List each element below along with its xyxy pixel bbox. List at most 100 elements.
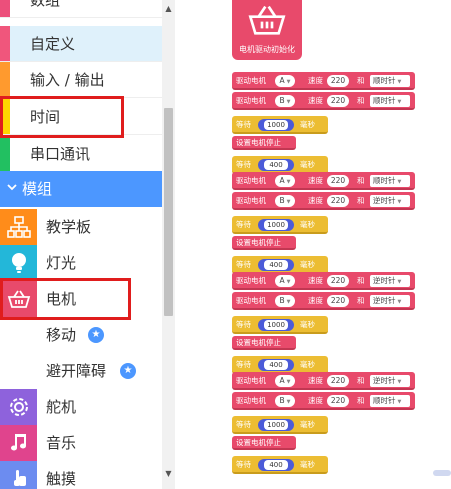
module-avoid-obstacles[interactable]: 避开障碍 ★: [0, 353, 162, 389]
block-text-ms: 毫秒: [300, 160, 315, 169]
direction-dropdown[interactable]: 顺时针 ▼: [370, 395, 410, 407]
module-label: 避开障碍: [46, 362, 107, 380]
wait-value[interactable]: 400: [264, 460, 288, 470]
direction-dropdown[interactable]: 顺时针 ▼: [370, 75, 410, 87]
scroll-down-arrow-icon[interactable]: ▼: [162, 467, 175, 481]
block-text-ms: 毫秒: [300, 460, 315, 469]
stop-motor-block[interactable]: 设置电机停止: [232, 436, 296, 450]
drive-motor-block[interactable]: 驱动电机 A ▼ 速度 220 和顺时针 ▼: [232, 72, 415, 90]
direction-dropdown[interactable]: 逆时针 ▼: [370, 195, 410, 207]
block-text-drive-motor: 驱动电机: [236, 196, 266, 205]
wait-block[interactable]: 等待 1000 毫秒: [232, 416, 328, 434]
category-serial[interactable]: 串口通讯: [0, 136, 162, 172]
caret-down-icon: ▼: [397, 379, 402, 385]
module-motor[interactable]: 电机: [0, 281, 162, 317]
wait-value-input[interactable]: 400: [258, 359, 294, 371]
scroll-up-arrow-icon[interactable]: ▲: [162, 2, 175, 16]
direction-dropdown[interactable]: 顺时针 ▼: [370, 95, 410, 107]
module-label: 触摸: [46, 470, 77, 488]
direction-dropdown[interactable]: 逆时针 ▼: [370, 295, 410, 307]
speed-value-input[interactable]: 220: [327, 175, 349, 187]
direction-dropdown[interactable]: 顺时针 ▼: [370, 175, 410, 187]
block-text-ms: 毫秒: [300, 260, 315, 269]
module-move[interactable]: 移动 ★: [0, 317, 162, 353]
drive-motor-block[interactable]: 驱动电机 A ▼ 速度 220 和逆时针 ▼: [232, 372, 415, 390]
category-array[interactable]: 数组: [0, 0, 162, 18]
wait-block[interactable]: 等待 1000 毫秒: [232, 116, 328, 134]
wait-value-input[interactable]: 1000: [258, 419, 294, 431]
speed-value-input[interactable]: 220: [327, 95, 349, 107]
wait-value[interactable]: 1000: [264, 420, 288, 430]
sidebar-scrollbar[interactable]: ▲ ▼: [162, 0, 175, 489]
category-input-output[interactable]: 输入 / 输出: [0, 62, 162, 98]
wait-block[interactable]: 等待 1000 毫秒: [232, 316, 328, 334]
block-text-speed: 速度: [308, 96, 323, 105]
wait-value-input[interactable]: 400: [258, 159, 294, 171]
wait-value[interactable]: 400: [264, 260, 288, 270]
category-label: 输入 / 输出: [30, 71, 105, 89]
basket-icon: [0, 281, 37, 317]
block-text-stop-motor: 设置电机停止: [236, 138, 281, 147]
wait-value-input[interactable]: 1000: [258, 219, 294, 231]
wait-value[interactable]: 1000: [264, 320, 288, 330]
wait-value[interactable]: 400: [264, 160, 288, 170]
block-text-stop-motor: 设置电机停止: [236, 238, 281, 247]
drive-motor-block[interactable]: 驱动电机 B ▼ 速度 220 和顺时针 ▼: [232, 92, 415, 110]
category-label: 时间: [30, 108, 61, 126]
category-color-stripe: [0, 62, 10, 97]
direction-dropdown[interactable]: 逆时针 ▼: [370, 375, 410, 387]
category-time[interactable]: 时间: [0, 99, 162, 135]
wait-value-input[interactable]: 400: [258, 459, 294, 471]
wait-value[interactable]: 400: [264, 360, 288, 370]
module-teaching-board[interactable]: 教学板: [0, 209, 162, 245]
speed-value-input[interactable]: 220: [327, 195, 349, 207]
category-custom[interactable]: 自定义: [0, 26, 162, 62]
motor-port-dropdown[interactable]: A ▼: [275, 75, 295, 87]
drive-motor-block[interactable]: 驱动电机 B ▼ 速度 220 和逆时针 ▼: [232, 292, 415, 310]
hat-block-label: 电机驱动初始化: [239, 45, 295, 54]
stop-motor-block[interactable]: 设置电机停止: [232, 336, 296, 350]
wait-value-input[interactable]: 400: [258, 259, 294, 271]
module-light[interactable]: 灯光: [0, 245, 162, 281]
speed-value-input[interactable]: 220: [327, 75, 349, 87]
wait-value[interactable]: 1000: [264, 120, 288, 130]
motor-port-dropdown[interactable]: B ▼: [275, 395, 295, 407]
block-text-wait: 等待: [236, 160, 251, 169]
motor-port-dropdown[interactable]: A ▼: [275, 375, 295, 387]
workspace-horizontal-scrollbar[interactable]: [433, 470, 451, 476]
drive-motor-block[interactable]: 驱动电机 B ▼ 速度 220 和顺时针 ▼: [232, 392, 415, 410]
drive-motor-block[interactable]: 驱动电机 B ▼ 速度 220 和逆时针 ▼: [232, 192, 415, 210]
drive-motor-block[interactable]: 驱动电机 A ▼ 速度 220 和逆时针 ▼: [232, 272, 415, 290]
speed-value-input[interactable]: 220: [327, 395, 349, 407]
wait-block[interactable]: 等待 1000 毫秒: [232, 216, 328, 234]
category-label: 串口通讯: [30, 145, 91, 163]
motor-port-dropdown[interactable]: B ▼: [275, 95, 295, 107]
block-text-and: 和: [357, 96, 365, 105]
block-text-stop-motor: 设置电机停止: [236, 338, 281, 347]
motor-port-dropdown[interactable]: A ▼: [275, 175, 295, 187]
motor-init-hat-block[interactable]: 电机驱动初始化: [232, 0, 302, 60]
block-text-speed: 速度: [308, 396, 323, 405]
motor-port-dropdown[interactable]: B ▼: [275, 195, 295, 207]
wait-value-input[interactable]: 1000: [258, 319, 294, 331]
stop-motor-block[interactable]: 设置电机停止: [232, 236, 296, 250]
block-text-wait: 等待: [236, 260, 251, 269]
drive-motor-block[interactable]: 驱动电机 A ▼ 速度 220 和顺时针 ▼: [232, 172, 415, 190]
speed-value-input[interactable]: 220: [327, 295, 349, 307]
speed-value-input[interactable]: 220: [327, 375, 349, 387]
stop-motor-block[interactable]: 设置电机停止: [232, 136, 296, 150]
wait-block[interactable]: 等待 400 毫秒: [232, 456, 328, 474]
motor-port-dropdown[interactable]: A ▼: [275, 275, 295, 287]
module-touch[interactable]: 触摸: [0, 461, 162, 489]
wait-value-input[interactable]: 1000: [258, 119, 294, 131]
module-music[interactable]: 音乐: [0, 425, 162, 461]
module-servo[interactable]: 舵机: [0, 389, 162, 425]
section-modules[interactable]: 模组: [0, 171, 162, 207]
scrollbar-thumb[interactable]: [164, 108, 173, 316]
caret-down-icon: ▼: [397, 399, 402, 405]
wait-value[interactable]: 1000: [264, 220, 288, 230]
caret-down-icon: ▼: [397, 279, 402, 285]
direction-dropdown[interactable]: 逆时针 ▼: [370, 275, 410, 287]
motor-port-dropdown[interactable]: B ▼: [275, 295, 295, 307]
speed-value-input[interactable]: 220: [327, 275, 349, 287]
